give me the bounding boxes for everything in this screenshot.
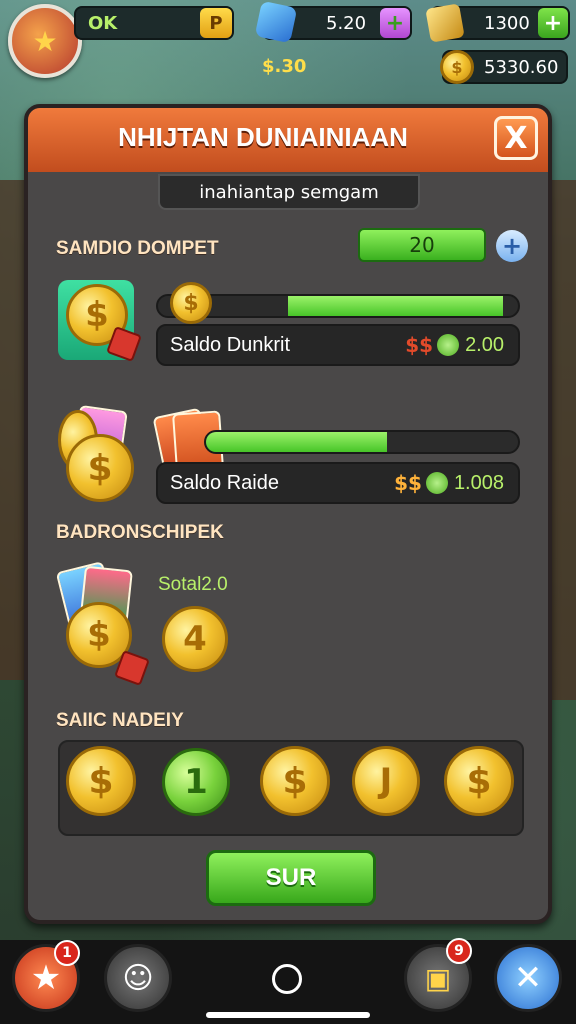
close-nav-button[interactable]: ✕ <box>494 944 562 1012</box>
hud-coins-bar: $ 5330.60 <box>440 50 568 84</box>
progress-fill-1 <box>288 296 503 316</box>
balance-row-1: Saldo Dunkrit $$ 2.00 <box>156 324 520 366</box>
chest-icon: ▣ <box>424 961 452 995</box>
balance-label-1: Saldo Dunkrit <box>170 333 291 356</box>
coin-option-1[interactable]: $ <box>66 746 136 816</box>
wallet-section-label: SAMDIO DOMPET <box>56 238 219 259</box>
add-gems-button[interactable]: + <box>380 8 410 38</box>
add-gold-button[interactable]: + <box>538 8 568 38</box>
coin-option-3[interactable]: $ <box>260 746 330 816</box>
gold-bar-icon <box>425 3 465 43</box>
gems-value: 5.20 <box>326 12 367 34</box>
player-avatar[interactable]: ★ <box>8 4 82 78</box>
star-icon: ★ <box>30 958 62 998</box>
green-coin-icon-2 <box>425 472 448 494</box>
hud-sub-amount: $.30 <box>262 56 307 77</box>
hud-gold-bar: 1300 + <box>425 3 570 43</box>
gem-icon <box>254 0 298 44</box>
gold-value: 1300 <box>484 12 530 34</box>
coin-option-2[interactable]: 1 <box>162 748 230 816</box>
progress-bar-2 <box>204 430 520 454</box>
shop-badge: 9 <box>446 938 472 964</box>
hud-p-button[interactable]: P <box>200 8 232 38</box>
green-coin-icon <box>437 334 460 356</box>
coins-value: 5330.60 <box>484 56 559 78</box>
hud-ok-label: OK <box>88 12 118 34</box>
wallet-dialog: NHIJTAN DUNIAINIAAN X inahiantap semgam … <box>24 104 552 924</box>
hud-gems-bar: 5.20 + <box>254 0 412 44</box>
bonus-total-text: Sotal2.0 <box>158 574 228 595</box>
character-icon: ☺ <box>122 960 154 996</box>
dollar-signs-1: $$ <box>405 333 434 357</box>
coin-option-5[interactable]: $ <box>444 746 514 816</box>
balance-label-2: Saldo Raide <box>170 471 279 494</box>
bonus-coin-4[interactable]: 4 <box>162 606 228 672</box>
dollar-coin-icon-2: $ <box>66 434 134 502</box>
close-icon: ✕ <box>513 958 543 998</box>
dollar-signs-2: $$ <box>394 471 422 495</box>
coin-icon: $ <box>440 50 474 84</box>
sur-button[interactable]: SUR <box>206 850 376 906</box>
coins-section-label: SAIIC NADEIY <box>56 710 184 731</box>
balance-row-2: Saldo Raide $$ 1.008 <box>156 462 520 504</box>
bonus-section-label: BADRONSCHIPEK <box>56 522 224 543</box>
progress-coin-icon: $ <box>170 282 212 324</box>
dialog-subtitle: inahiantap semgam <box>158 174 420 210</box>
progress-fill-2 <box>206 432 387 452</box>
home-indicator-circle[interactable] <box>272 964 302 994</box>
coin-option-4[interactable]: J <box>352 746 420 816</box>
close-button[interactable]: X <box>494 116 538 160</box>
wallet-value-pill: 20 <box>358 228 486 262</box>
home-bar <box>206 1012 370 1018</box>
character-button[interactable]: ☺ <box>104 944 172 1012</box>
dialog-title: NHIJTAN DUNIAINIAAN <box>118 122 408 152</box>
star-icon: ★ <box>32 24 58 58</box>
balance-amount-2: 1.008 <box>453 471 504 494</box>
add-wallet-button[interactable]: + <box>496 230 528 262</box>
favorites-badge: 1 <box>54 940 80 966</box>
balance-amount-1: 2.00 <box>465 333 504 356</box>
hud-status-bar: OK P <box>74 6 234 40</box>
